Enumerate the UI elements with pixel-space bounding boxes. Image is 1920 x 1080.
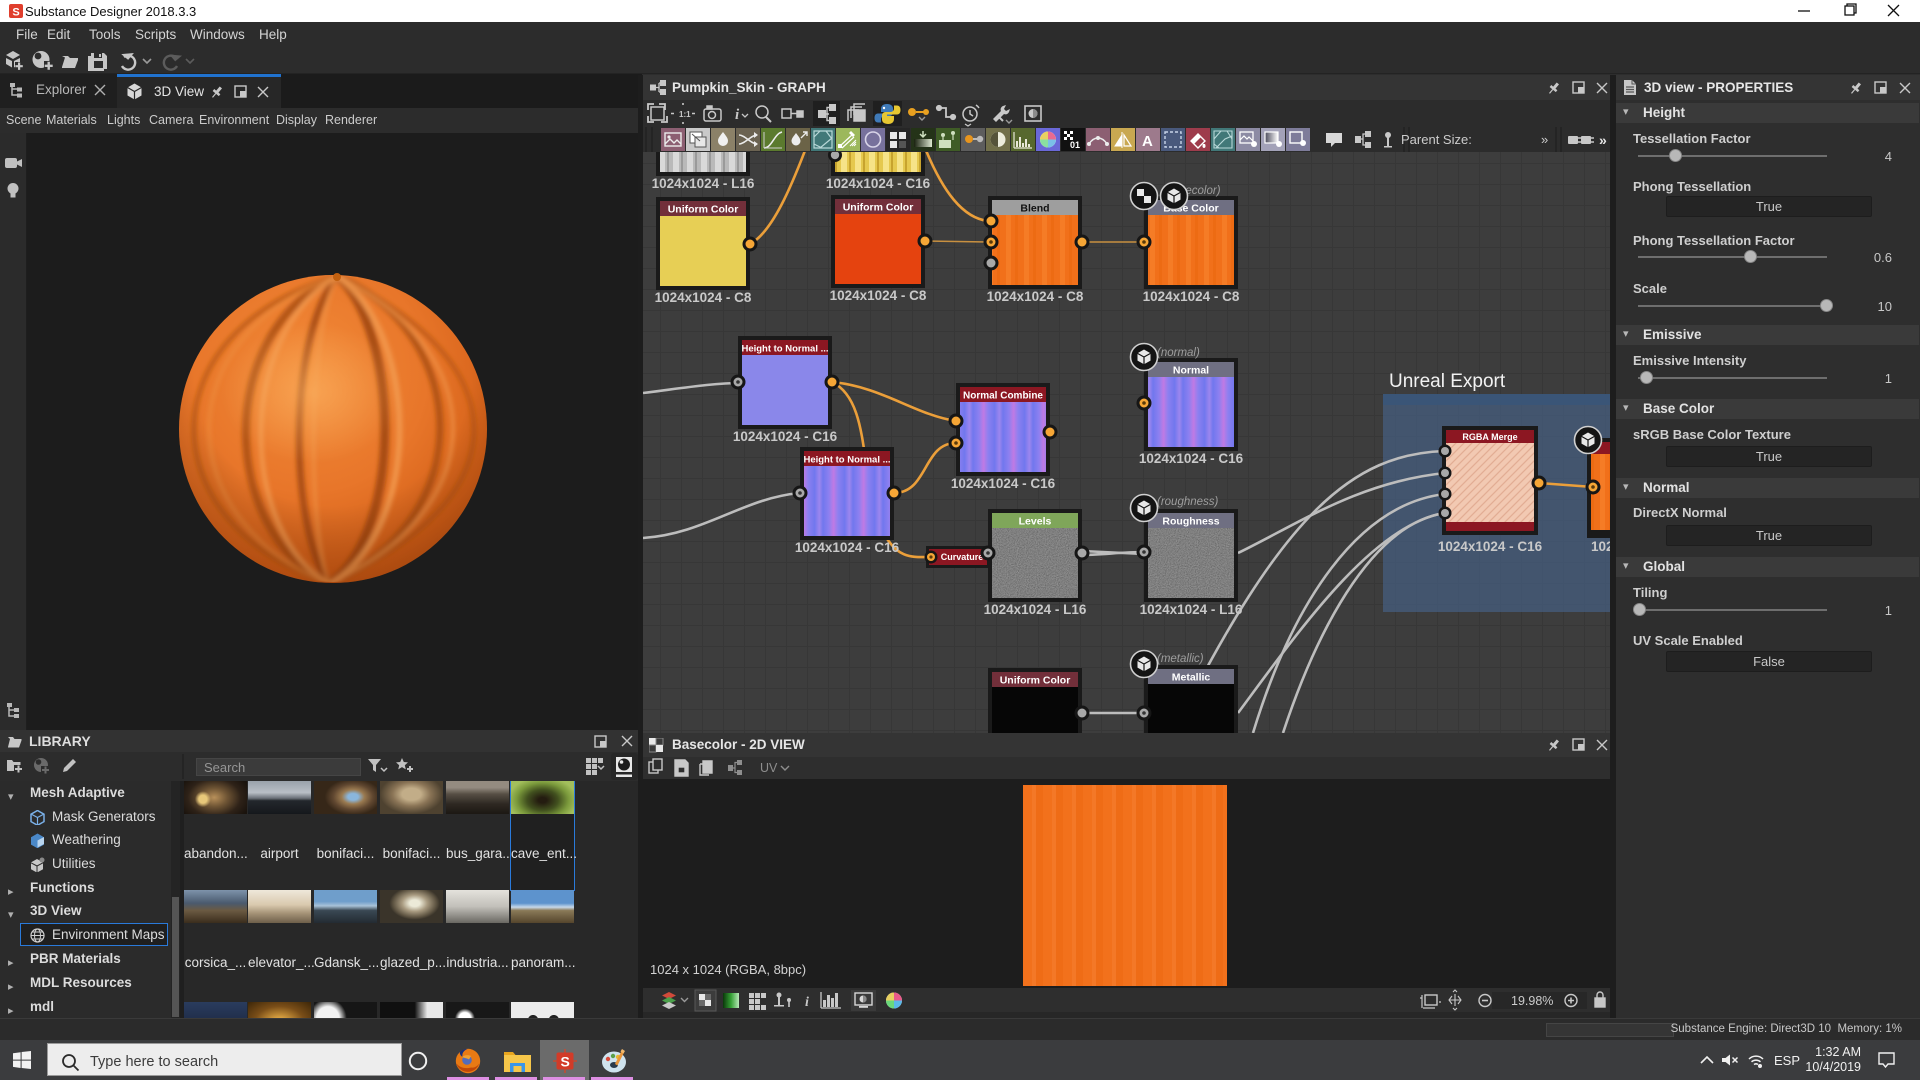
svg-text:Metallic: Metallic — [1172, 672, 1211, 684]
svg-text:1024x1024 - C16: 1024x1024 - C16 — [1438, 539, 1543, 554]
svg-text:1024x1024 - C16: 1024x1024 - C16 — [826, 176, 931, 191]
svg-text:Curvature: Curvature — [941, 552, 984, 562]
svg-text:Height to Normal ...: Height to Normal ... — [741, 344, 828, 355]
svg-text:i: i — [805, 995, 809, 1010]
svg-text:Blend: Blend — [1020, 203, 1049, 215]
svg-text:19.98%: 19.98% — [1511, 994, 1553, 1008]
svg-text:»: » — [1541, 132, 1548, 147]
svg-text:Levels: Levels — [1019, 516, 1052, 528]
svg-text:(normal): (normal) — [1157, 347, 1200, 359]
svg-text:S: S — [561, 1054, 570, 1070]
svg-text:Uniform Color: Uniform Color — [668, 204, 739, 216]
svg-text:1024: 1024 — [1591, 539, 1610, 554]
svg-text:(roughness): (roughness) — [1157, 496, 1219, 508]
svg-text:S: S — [12, 7, 19, 19]
svg-text:Parent Size:: Parent Size: — [1401, 132, 1472, 147]
svg-text:UV: UV — [760, 761, 778, 775]
svg-text:1024x1024 - C16: 1024x1024 - C16 — [733, 429, 838, 444]
svg-text:1024x1024 - C8: 1024x1024 - C8 — [830, 288, 927, 303]
svg-text:Normal Combine: Normal Combine — [963, 391, 1043, 402]
svg-text:1024x1024 - C16: 1024x1024 - C16 — [795, 540, 900, 555]
svg-text:1024x1024 - C8: 1024x1024 - C8 — [655, 290, 752, 305]
svg-text:Uniform Color: Uniform Color — [1000, 675, 1071, 687]
svg-text:1024x1024 - C8: 1024x1024 - C8 — [987, 289, 1084, 304]
svg-text:(metallic): (metallic) — [1157, 653, 1204, 665]
svg-text:1024x1024 - L16: 1024x1024 - L16 — [1140, 602, 1243, 617]
svg-text:A: A — [1142, 133, 1153, 150]
svg-text:1:1: 1:1 — [679, 110, 691, 119]
svg-text:RGBA Merge: RGBA Merge — [1462, 432, 1517, 442]
svg-text:1024x1024 - C16: 1024x1024 - C16 — [951, 476, 1056, 491]
svg-text:»: » — [1599, 132, 1607, 148]
svg-text:1024x1024 - C8: 1024x1024 - C8 — [1143, 289, 1240, 304]
svg-text:1024x1024 - L16: 1024x1024 - L16 — [652, 176, 755, 191]
svg-text:Roughness: Roughness — [1162, 516, 1219, 528]
svg-text:01: 01 — [1070, 140, 1080, 150]
svg-text:i: i — [735, 107, 740, 123]
svg-text:1024x1024 - L16: 1024x1024 - L16 — [984, 602, 1087, 617]
svg-text:Height to Normal ...: Height to Normal ... — [803, 455, 890, 466]
svg-text:Uniform Color: Uniform Color — [843, 202, 914, 214]
svg-text:Normal: Normal — [1173, 365, 1209, 377]
svg-text:1024x1024 - C16: 1024x1024 - C16 — [1139, 451, 1244, 466]
svg-text:Unreal Export: Unreal Export — [1389, 371, 1506, 392]
